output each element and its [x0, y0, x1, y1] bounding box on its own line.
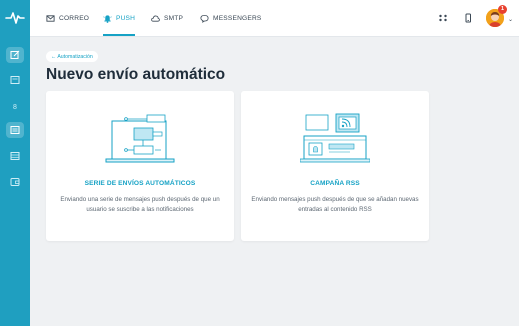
card-title: SERIE DE ENVÍOS AUTOMÁTICOS — [84, 180, 196, 187]
sidebar-item-wallet[interactable] — [6, 174, 24, 190]
mobile-icon[interactable] — [463, 13, 473, 23]
sms-icon: 8 — [13, 104, 17, 111]
notification-badge: 1 — [498, 5, 507, 14]
tab-smtp[interactable]: SMTP — [151, 0, 183, 36]
sidebar-item-push[interactable] — [6, 122, 24, 138]
apps-grid-icon[interactable] — [438, 13, 448, 23]
card-title: CAMPAÑA RSS — [310, 180, 360, 187]
svg-text:8: 8 — [13, 104, 17, 111]
topbar: CORREO PUSH SMTP MESSENGERS 1 ⌄ — [30, 0, 519, 37]
tab-push[interactable]: PUSH — [103, 0, 136, 36]
rss-feed-illustration-icon — [300, 113, 370, 163]
tab-label: CORREO — [59, 14, 90, 22]
card-rss-campaign[interactable]: CAMPAÑA RSS Enviando mensajes push despu… — [241, 91, 429, 241]
tab-correo[interactable]: CORREO — [46, 0, 89, 36]
chat-icon — [200, 14, 209, 23]
tab-label: MESSENGERS — [213, 14, 262, 22]
mail-icon — [46, 14, 55, 22]
tab-label: PUSH — [116, 14, 136, 22]
card-description: Enviando mensajes push después de que se… — [251, 196, 419, 213]
table-icon — [10, 152, 20, 160]
wallet-icon — [10, 178, 20, 186]
tab-messengers[interactable]: MESSENGERS — [200, 0, 262, 36]
mail-box-icon — [10, 76, 20, 84]
laptop-flow-illustration-icon — [105, 114, 175, 163]
logo-icon[interactable] — [4, 6, 26, 28]
sidebar-item-mail[interactable] — [6, 72, 24, 88]
sidebar: 8 — [0, 0, 30, 326]
sidebar-item-sms[interactable]: 8 — [6, 98, 24, 114]
breadcrumb-back-link[interactable]: ← Automatización — [46, 51, 98, 62]
sidebar-item-edit[interactable] — [6, 47, 24, 63]
bell-icon — [103, 14, 112, 23]
card-automation-series[interactable]: SERIE DE ENVÍOS AUTOMÁTICOS Enviando una… — [46, 91, 234, 241]
chevron-down-icon[interactable]: ⌄ — [508, 16, 513, 23]
edit-icon — [10, 50, 20, 59]
sidebar-item-table[interactable] — [6, 148, 24, 164]
tab-label: SMTP — [164, 14, 184, 22]
card-description: Enviando una serie de mensajes push desp… — [60, 196, 220, 213]
cloud-icon — [151, 15, 160, 22]
push-list-icon — [10, 126, 20, 134]
page-title: Nuevo envío automático — [46, 66, 226, 83]
